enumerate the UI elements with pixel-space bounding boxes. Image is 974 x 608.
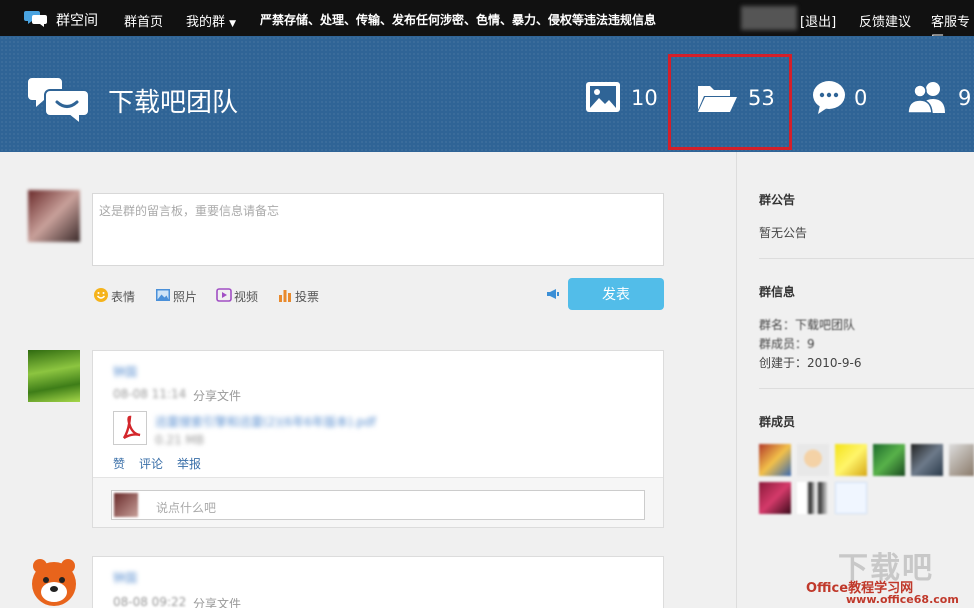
video-icon [216,288,232,302]
feed-action: 分享文件 [193,389,242,403]
nav-my-groups-label: 我的群 [186,15,226,30]
sidebar-divider [759,258,974,259]
sidebar-divider [759,388,974,389]
feed-card: 钟国 08-08 11:14 分享文件 迅雷搜索引擎和迅雷(2)(6年6年版本)… [92,350,664,528]
my-avatar[interactable] [28,190,80,242]
site-watermark: 下载吧 Office教程学习网 www.office68.com [806,543,974,608]
image-icon [586,82,620,112]
member-avatar[interactable] [911,444,943,476]
highlight-box-files [668,54,792,150]
top-navbar: 群空间 群首页 我的群 ▼ 严禁存储、处理、传输、发布任何涉密、色情、暴力、侵权… [0,0,974,49]
info-member-count: 群成员：9 [759,337,815,351]
stat-photos[interactable]: 10 [585,80,665,116]
users-icon [907,82,945,114]
stat-members-count: 9 [958,86,972,110]
member-avatar[interactable] [797,444,829,476]
comment-avatar [114,493,138,517]
feed-file-size: 0.21 MB [155,433,205,447]
vote-tool-label: 投票 [295,290,320,304]
post-button[interactable]: 发表 [568,278,664,310]
emoji-tool[interactable]: 表情 [93,287,143,304]
logout-link[interactable]: [退出] [800,11,836,30]
stat-photos-count: 10 [631,86,658,110]
feed-card: 钟国 08-08 09:22 分享文件 [92,556,664,608]
watermark-url: www.office68.com [846,593,959,606]
pdf-file-icon[interactable] [113,411,147,445]
stat-comments[interactable]: 0 [812,80,872,116]
comment-link[interactable]: 评论 [139,455,163,472]
nav-my-groups[interactable]: 我的群 ▼ [186,11,236,30]
report-link[interactable]: 举报 [177,455,201,472]
comment-input[interactable]: 说点什么吧 [111,490,645,520]
member-avatar[interactable] [835,444,867,476]
vote-tool[interactable]: 投票 [277,287,327,304]
feed-file-name[interactable]: 迅雷搜索引擎和迅雷(2)(6年6年版本).pdf [155,413,376,430]
member-avatar[interactable] [759,482,791,514]
member-avatar[interactable] [835,482,867,514]
feed-action: 分享文件 [193,597,242,608]
stat-members[interactable]: 9 [906,80,974,116]
info-title: 群信息 [759,285,796,299]
member-avatar[interactable] [797,482,829,514]
video-tool[interactable]: 视频 [216,287,266,304]
notice-text: 暂无公告 [759,226,808,240]
feed-user-name[interactable]: 钟国 [113,569,137,586]
feed-time: 08-08 09:22 [113,595,187,608]
user-avatar[interactable] [28,350,80,402]
video-tool-label: 视频 [234,290,259,304]
chevron-down-icon: ▼ [229,19,237,29]
info-group-name: 群名：下载吧团队 [759,318,856,332]
member-avatar[interactable] [759,444,791,476]
nav-group-home[interactable]: 群首页 [124,11,163,30]
notice-title: 群公告 [759,193,796,207]
members-title: 群成员 [759,415,796,429]
member-avatar[interactable] [949,444,974,476]
emoji-icon [94,288,108,302]
comment-bubble-icon [813,81,845,114]
message-board-placeholder: 这是群的留言板，重要信息请备忘 [99,204,280,218]
bar-chart-icon [279,290,291,302]
message-board-input[interactable]: 这是群的留言板，重要信息请备忘 [92,193,664,266]
user-avatar-chip[interactable] [741,6,797,30]
member-avatar[interactable] [873,444,905,476]
info-created: 创建于：2010-9-6 [759,356,862,370]
group-banner: 下载吧团队 10 53 0 9 [0,36,974,152]
comment-placeholder: 说点什么吧 [156,501,217,515]
qzone-logo-icon[interactable] [24,9,48,27]
emoji-tool-label: 表情 [111,290,136,304]
brand-title[interactable]: 群空间 [56,10,98,30]
megaphone-icon[interactable] [546,288,560,300]
tiger-avatar-icon[interactable] [28,556,80,608]
feed-time: 08-08 11:14 [113,387,187,401]
sidebar [736,152,974,608]
legal-warning: 严禁存储、处理、传输、发布任何涉密、色情、暴力、侵权等违法违规信息 [260,13,657,27]
photo-tool[interactable]: 照片 [155,287,205,304]
photo-icon [156,289,170,301]
like-link[interactable]: 赞 [113,455,125,472]
group-name: 下载吧团队 [108,88,239,118]
stat-comments-count: 0 [854,86,868,110]
feed-user-name[interactable]: 钟国 [113,363,137,380]
photo-tool-label: 照片 [173,290,198,304]
feedback-link[interactable]: 反馈建议 [859,11,911,30]
group-chat-logo-icon [28,78,90,124]
comment-area: 说点什么吧 [93,477,663,527]
